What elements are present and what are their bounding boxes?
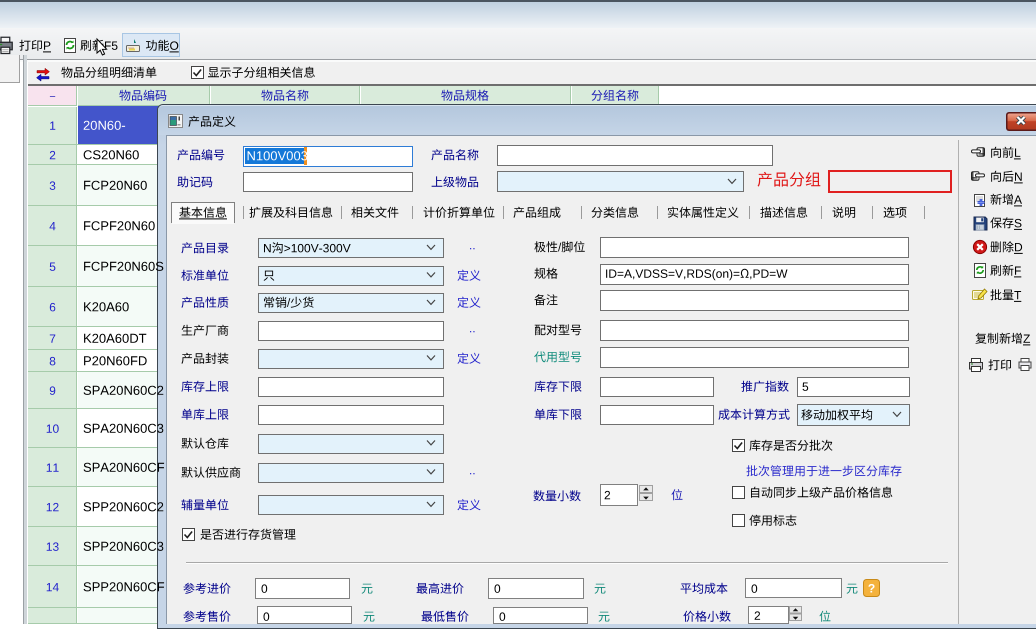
svg-text:?: ? (868, 582, 875, 596)
